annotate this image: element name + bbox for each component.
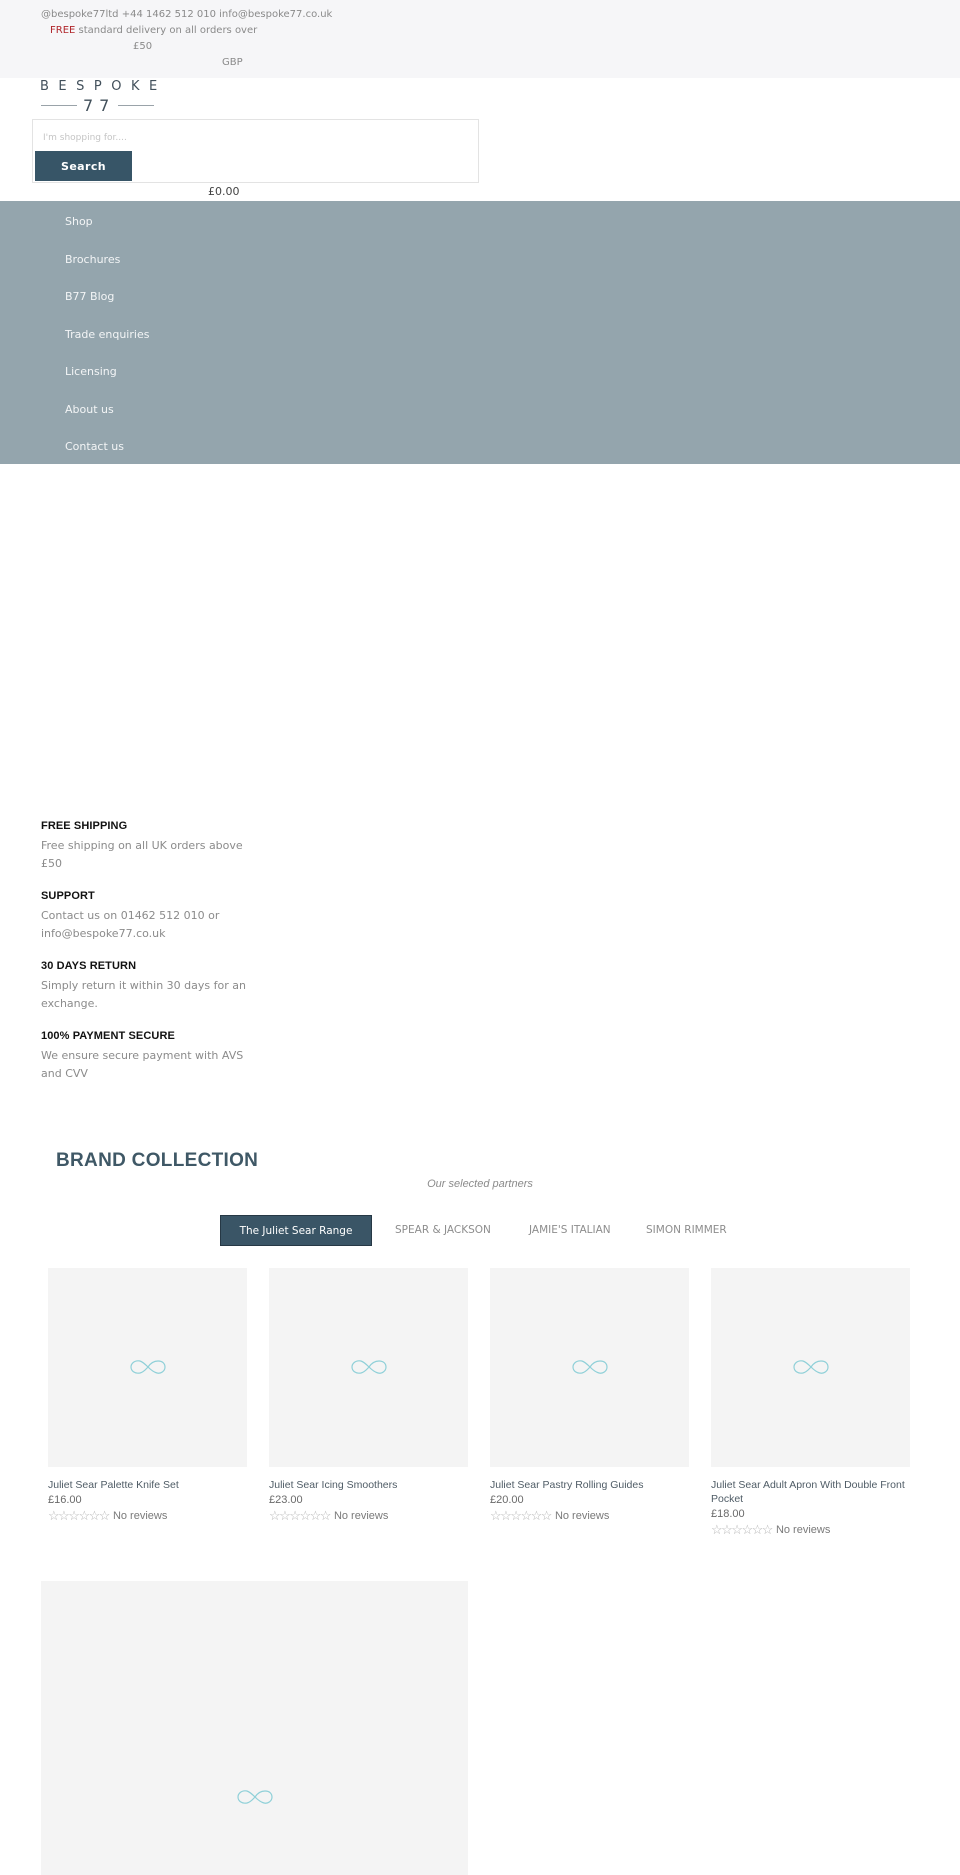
search-input[interactable] (43, 128, 463, 148)
search-button[interactable]: Search (35, 151, 132, 181)
product-image[interactable] (711, 1268, 910, 1467)
infinity-loader-icon (351, 1360, 387, 1374)
search-form: Search (32, 119, 479, 183)
product-image[interactable] (48, 1268, 247, 1467)
delivery-notice: FREE standard delivery on all orders ove… (50, 25, 257, 36)
free-label: FREE (50, 25, 76, 36)
nav-item-about-us[interactable]: About us (65, 403, 114, 416)
tab-spear-jackson[interactable]: SPEAR & JACKSON (395, 1215, 491, 1246)
feature-text: We ensure secure payment with AVS and CV… (41, 1049, 244, 1080)
reviews-count: No reviews (775, 1524, 831, 1536)
feature-title: FREE SHIPPING (41, 820, 128, 832)
product-rating: ☆☆☆☆☆☆ No reviews (711, 1523, 910, 1537)
tab-juliet-sear[interactable]: The Juliet Sear Range (220, 1215, 372, 1246)
top-bar: @bespoke77ltd +44 1462 512 010 info@besp… (0, 0, 960, 78)
feature-returns: 30 DAYS RETURN Simply return it within 3… (41, 960, 251, 1013)
product-card[interactable]: Juliet Sear Icing Smoothers £23.00 ☆☆☆☆☆… (269, 1268, 468, 1523)
logo-number: 77 (83, 96, 116, 115)
product-price: £20.00 (490, 1494, 524, 1506)
product-price: £16.00 (48, 1494, 82, 1506)
feature-title: SUPPORT (41, 890, 95, 902)
nav-item-contact-us[interactable]: Contact us (65, 440, 124, 453)
reviews-count: No reviews (554, 1510, 610, 1522)
nav-item-licensing[interactable]: Licensing (65, 365, 117, 378)
star-rating-icon: ☆☆☆☆☆☆ (711, 1522, 773, 1537)
cart-total[interactable]: £0.00 (208, 185, 240, 198)
tab-simon-rimmer[interactable]: SIMON RIMMER (646, 1215, 727, 1246)
logo-line-right (118, 105, 154, 106)
brand-collection-subtitle: Our selected partners (427, 1178, 533, 1190)
product-title[interactable]: Juliet Sear Adult Apron With Double Fron… (711, 1478, 910, 1506)
feature-free-shipping: FREE SHIPPING Free shipping on all UK or… (41, 820, 251, 873)
brand-collection-title: BRAND COLLECTION (56, 1150, 259, 1171)
site-logo[interactable]: BESPOKE 77 (40, 79, 167, 116)
nav-item-blog[interactable]: B77 Blog (65, 290, 114, 303)
product-rating: ☆☆☆☆☆☆ No reviews (490, 1509, 689, 1523)
currency-selector[interactable]: GBP (222, 57, 243, 68)
main-nav: Shop Brochures B77 Blog Trade enquiries … (0, 201, 960, 464)
product-title[interactable]: Juliet Sear Pastry Rolling Guides (490, 1478, 689, 1492)
feature-text: Free shipping on all UK orders above £50 (41, 839, 243, 870)
infinity-loader-icon (130, 1360, 166, 1374)
reviews-count: No reviews (112, 1510, 168, 1522)
star-rating-icon: ☆☆☆☆☆☆ (269, 1508, 331, 1523)
logo-word: BESPOKE (40, 79, 167, 94)
feature-title: 30 DAYS RETURN (41, 960, 137, 972)
feature-text: Simply return it within 30 days for an e… (41, 979, 246, 1010)
star-rating-icon: ☆☆☆☆☆☆ (48, 1508, 110, 1523)
features-list: FREE SHIPPING Free shipping on all UK or… (41, 820, 251, 1100)
product-rating: ☆☆☆☆☆☆ No reviews (269, 1509, 468, 1523)
product-rating: ☆☆☆☆☆☆ No reviews (48, 1509, 247, 1523)
infinity-loader-icon (237, 1790, 273, 1804)
contact-info: @bespoke77ltd +44 1462 512 010 info@besp… (41, 9, 333, 20)
nav-item-brochures[interactable]: Brochures (65, 253, 120, 266)
nav-item-trade-enquiries[interactable]: Trade enquiries (65, 328, 149, 341)
product-card[interactable]: Juliet Sear Palette Knife Set £16.00 ☆☆☆… (48, 1268, 247, 1523)
product-card[interactable]: Juliet Sear Adult Apron With Double Fron… (711, 1268, 910, 1537)
feature-text: Contact us on 01462 512 010 or info@besp… (41, 909, 220, 940)
product-price: £23.00 (269, 1494, 303, 1506)
nav-item-shop[interactable]: Shop (65, 215, 93, 228)
infinity-loader-icon (572, 1360, 608, 1374)
infinity-loader-icon (793, 1360, 829, 1374)
logo-number-row: 77 (40, 96, 155, 115)
banner-image-placeholder[interactable] (41, 1581, 468, 1875)
delivery-threshold: £50 (133, 41, 153, 52)
star-rating-icon: ☆☆☆☆☆☆ (490, 1508, 552, 1523)
product-price: £18.00 (711, 1508, 745, 1520)
product-title[interactable]: Juliet Sear Icing Smoothers (269, 1478, 468, 1492)
feature-support: SUPPORT Contact us on 01462 512 010 or i… (41, 890, 251, 943)
feature-payment-secure: 100% PAYMENT SECURE We ensure secure pay… (41, 1030, 251, 1083)
product-card[interactable]: Juliet Sear Pastry Rolling Guides £20.00… (490, 1268, 689, 1523)
reviews-count: No reviews (333, 1510, 389, 1522)
feature-title: 100% PAYMENT SECURE (41, 1030, 175, 1042)
product-image[interactable] (269, 1268, 468, 1467)
tab-jamies-italian[interactable]: JAMIE'S ITALIAN (529, 1215, 611, 1246)
logo-line-left (41, 105, 77, 106)
product-title[interactable]: Juliet Sear Palette Knife Set (48, 1478, 247, 1492)
delivery-text: standard delivery on all orders over (75, 25, 258, 36)
product-image[interactable] (490, 1268, 689, 1467)
